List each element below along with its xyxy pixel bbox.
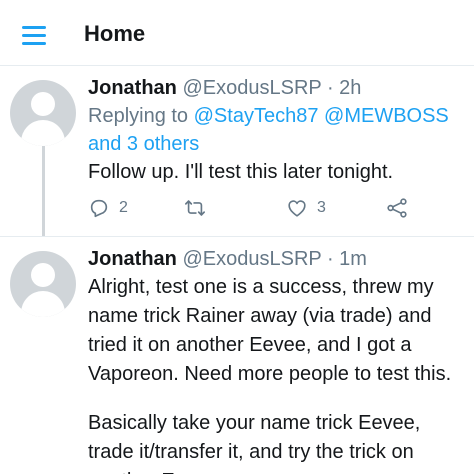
page-title: Home [84,21,146,46]
tweet-content: Jonathan @ExodusLSRP · 1m Alright, test … [88,245,466,474]
tweet-timestamp[interactable]: 1m [339,248,367,270]
avatar-head [31,263,55,287]
tweet-text: Alright, test one is a success, threw my… [88,273,466,474]
tweet-actions: 2 3 [88,193,428,223]
share-icon [387,198,407,218]
menu-bar [22,42,46,45]
avatar-head [31,92,55,116]
avatar[interactable] [10,251,76,317]
author-name[interactable]: Jonathan [88,77,177,99]
tweet-header: Jonathan @ExodusLSRP · 2h [88,74,466,102]
others-link[interactable]: and 3 others [88,133,199,155]
tweet-header: Jonathan @ExodusLSRP · 1m [88,245,466,273]
share-button[interactable] [386,193,408,223]
tweet[interactable]: Jonathan @ExodusLSRP · 1m Alright, test … [0,236,474,474]
tweet-timestamp[interactable]: 2h [339,77,361,99]
replying-to: Replying to @StayTech87 @MEWBOSS and 3 o… [88,102,466,158]
like-button[interactable]: 3 [286,193,326,223]
reply-button[interactable]: 2 [88,193,128,223]
meta-separator: · [326,77,334,99]
heart-icon [288,200,306,217]
replying-to-label: Replying to [88,105,189,127]
avatar-body [21,291,65,317]
top-bar: Home [0,0,474,66]
avatar-body [21,120,65,146]
menu-bar [22,26,46,29]
tweet[interactable]: Jonathan @ExodusLSRP · 2h Replying to @S… [0,66,474,236]
tweet-paragraph: Basically take your name trick Eevee, tr… [88,412,421,474]
retweet-button[interactable] [184,193,206,223]
hamburger-menu-icon[interactable] [16,20,52,52]
tweet-content: Jonathan @ExodusLSRP · 2h Replying to @S… [88,74,466,187]
mention-link[interactable]: @MEWBOSS [324,105,449,127]
reply-icon [90,199,108,218]
mention-link[interactable]: @StayTech87 [194,105,319,127]
tweet-text: Follow up. I'll test this later tonight. [88,161,394,183]
retweet-icon [185,200,205,216]
avatar[interactable] [10,80,76,146]
author-handle[interactable]: @ExodusLSRP [182,248,321,270]
meta-separator: · [326,248,334,270]
thread-connector [42,146,45,236]
reply-count: 2 [119,199,128,216]
like-count: 3 [317,199,326,216]
author-name[interactable]: Jonathan [88,248,177,270]
author-handle[interactable]: @ExodusLSRP [182,77,321,99]
menu-bar [22,34,46,37]
tweet-paragraph: Alright, test one is a success, threw my… [88,276,452,385]
